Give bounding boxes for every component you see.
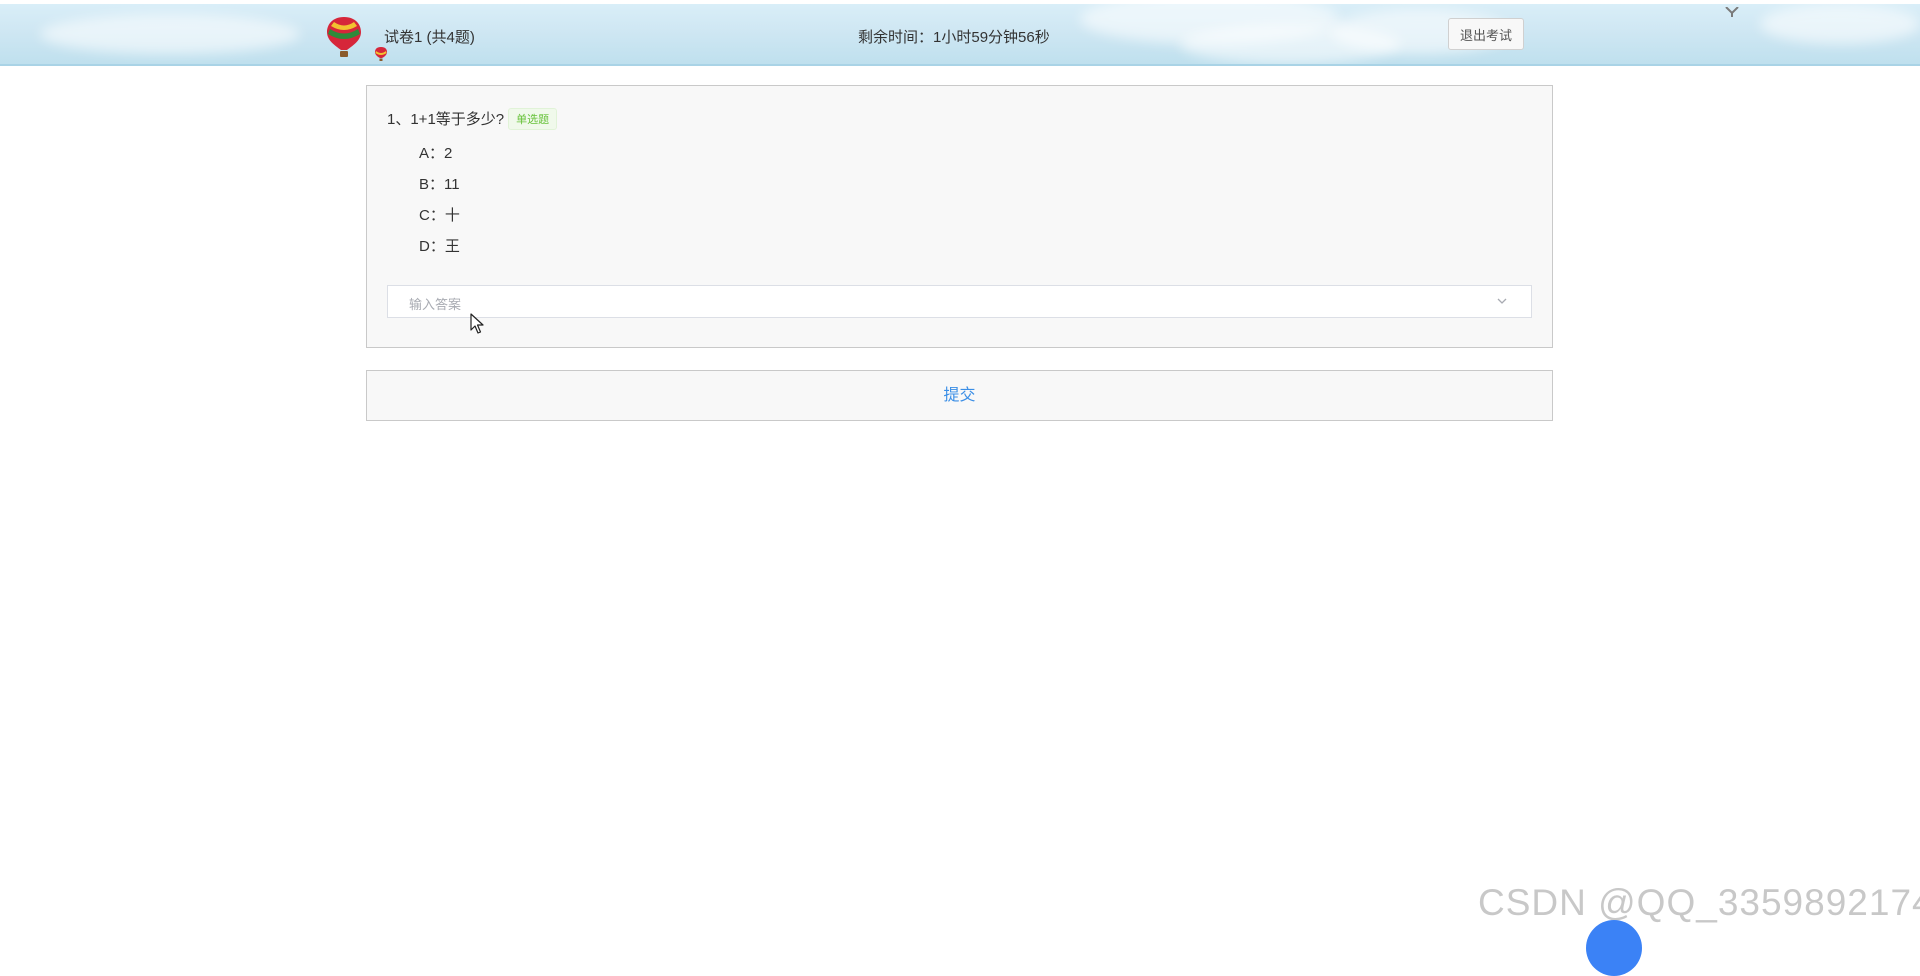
answer-select[interactable]: 输入答案 [387, 285, 1532, 318]
option-c: C：十 [419, 207, 460, 224]
submit-button[interactable]: 提交 [366, 370, 1553, 421]
exam-title: 试卷1 (共4题) [384, 29, 475, 46]
header-cloud [1760, 4, 1920, 44]
timer-value: 1小时59分钟56秒 [933, 29, 1050, 46]
remaining-time: 剩余时间：1小时59分钟56秒 [858, 26, 1050, 47]
floating-action-icon[interactable] [1586, 920, 1642, 976]
option-key: A [419, 145, 430, 162]
option-key: B [419, 176, 430, 193]
option-key: C [419, 207, 430, 224]
option-d: D：王 [419, 238, 460, 255]
timer-colon: ： [918, 29, 934, 46]
exit-exam-button[interactable]: 退出考试 [1448, 18, 1524, 50]
chevron-down-icon[interactable] [1495, 294, 1509, 308]
question-text: 1、1+1等于多少? [387, 111, 505, 128]
option-text: 十 [444, 207, 460, 224]
pin-icon [1724, 4, 1740, 22]
timer-label: 剩余时间 [858, 29, 919, 46]
exam-header: 试卷1 (共4题) 剩余时间：1小时59分钟56秒 退出考试 [0, 4, 1920, 66]
option-key: D [419, 238, 430, 255]
option-text: 11 [444, 176, 460, 193]
watermark-text: CSDN @QQ_3359892174 [1478, 882, 1920, 923]
option-text: 王 [444, 238, 460, 255]
option-text: 2 [444, 145, 453, 162]
question-type-tag: 单选题 [508, 108, 558, 130]
question-card: 1、1+1等于多少? 单选题 A：2 B：11 C：十 D：王 输入答案 [366, 85, 1553, 348]
balloon-small-icon [375, 47, 387, 61]
option-a: A：2 [419, 145, 453, 162]
mouse-cursor-icon [470, 313, 484, 334]
option-b: B：11 [419, 176, 460, 193]
answer-placeholder: 输入答案 [409, 297, 462, 312]
question-stem: 1、1+1等于多少? 单选题 [387, 108, 558, 130]
header-cloud [40, 14, 300, 54]
balloon-logo-icon [327, 17, 361, 57]
